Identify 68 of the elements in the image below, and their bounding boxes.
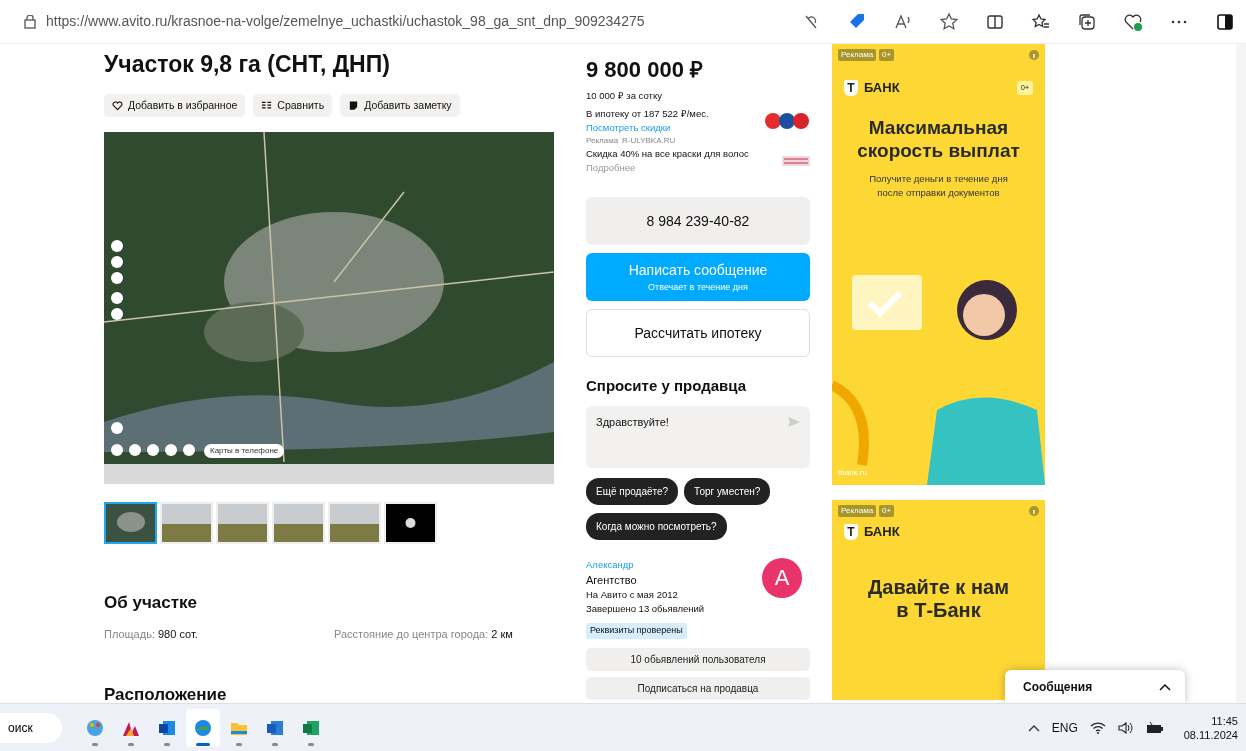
age-rating: 0+ <box>879 505 895 517</box>
seller-avatar[interactable]: А <box>762 557 802 598</box>
verified-badge: Реквизиты проверены <box>586 623 687 639</box>
section-heading: Расположение <box>104 684 228 703</box>
price-per-unit: 10 000 ₽ за сотку <box>586 89 663 103</box>
logo-mark: Т <box>844 523 858 540</box>
ad-headline: Давайте к нам в Т-Банк <box>867 575 1010 622</box>
map-placeholder[interactable]: Карты в телефоне <box>104 132 554 485</box>
language-indicator[interactable]: ENG <box>1051 718 1078 737</box>
brand-name: БАНК <box>864 523 900 541</box>
map-apps-link[interactable]: Карты в телефоне <box>204 444 285 459</box>
action-button[interactable]: Добавить в избранное <box>104 93 246 118</box>
quick-reply-chip[interactable]: Торг уместен? <box>684 477 771 505</box>
seller-stats: Завершено 13 обьявлений <box>586 602 705 616</box>
brand-name: БАНК <box>864 79 900 97</box>
battery-icon[interactable] <box>1145 721 1164 734</box>
compare-icon <box>261 99 273 111</box>
ad-label: Реклама <box>838 49 877 61</box>
messages-panel[interactable]: Сообщения <box>1005 670 1185 703</box>
heart-icon <box>112 99 123 111</box>
speaker-icon[interactable] <box>1117 721 1134 734</box>
ad-domain[interactable]: R-ULYBKA.RU <box>622 135 676 147</box>
seller-since: На Авито с мая 2012 <box>586 588 679 602</box>
search-field[interactable]: оиск <box>0 712 62 743</box>
clock-date[interactable]: 08.11.2024 <box>1183 727 1238 742</box>
ad-label: Реклама <box>586 135 619 147</box>
logo-mark: Т <box>844 79 858 96</box>
address-bar[interactable]: https://www.avito.ru/krasnoe-na-volge/zemelnye_uchastki/uchastok_98_ga_snt_dnp_909234275 <box>46 11 776 32</box>
mortgage-button[interactable]: Рассчитать ипотеку <box>586 309 810 357</box>
clock-time[interactable]: 11:45 <box>1183 713 1238 728</box>
ad-label: Реклама <box>838 505 877 517</box>
note-icon <box>348 99 360 111</box>
scrollbar[interactable] <box>1236 44 1246 703</box>
action-button[interactable]: Добавить заметку <box>340 93 460 118</box>
photo-thumbnail[interactable] <box>216 502 269 545</box>
section-heading: Об участке <box>104 592 198 615</box>
quick-reply-chip[interactable]: Ещё продаёте? <box>586 477 679 505</box>
price: 9 800 000 ₽ <box>586 56 704 84</box>
action-button[interactable]: Сравнить <box>253 93 333 118</box>
taskbar-app[interactable] <box>186 708 220 747</box>
ad-text: Получите деньги в течение дня после отправки документов <box>868 171 1009 200</box>
phone-button[interactable]: 8 984 239-40-82 <box>586 197 810 245</box>
more-photos-button[interactable] <box>384 502 437 545</box>
promo-text[interactable]: Скидка 40% на все краски для волос <box>586 147 749 161</box>
age-rating: 0+ <box>879 49 895 61</box>
promo-logo-icon <box>782 156 810 166</box>
browser-icon <box>193 717 213 738</box>
section-heading: Спросите у продавца <box>586 376 747 396</box>
seller-button[interactable]: Подписаться на продавца <box>586 677 810 700</box>
seller-button[interactable]: 10 обьявлений пользователя <box>586 648 810 671</box>
page-info-icon[interactable] <box>24 14 36 29</box>
bank-logos-icon <box>764 112 810 130</box>
seller-type: Агентство <box>586 572 638 588</box>
chevron-up-icon[interactable] <box>1027 723 1040 732</box>
message-field[interactable]: Здравствуйте! <box>586 405 810 468</box>
map-thumbnail[interactable] <box>104 502 157 545</box>
palette-icon <box>85 717 105 738</box>
parameter-text: Расстояние до центра города: 2 км <box>334 626 513 642</box>
wifi-icon[interactable] <box>1089 721 1106 734</box>
chevron-up-icon[interactable] <box>1159 682 1171 691</box>
mortgage-text: В ипотеку от 187 522 ₽/мес. <box>586 107 709 121</box>
parameter-text: Площадь: 980 сот. <box>104 626 199 642</box>
listing-title: Участок 9,8 га (СНТ, ДНП) <box>104 50 391 79</box>
photo-thumbnail[interactable] <box>160 502 213 545</box>
ad-headline: Максимальная скорость выплат <box>856 115 1021 162</box>
photo-thumbnail[interactable] <box>272 502 325 545</box>
quick-reply-chip[interactable]: Когда можно посмотреть? <box>586 512 727 540</box>
photo-thumbnail[interactable] <box>328 502 381 545</box>
